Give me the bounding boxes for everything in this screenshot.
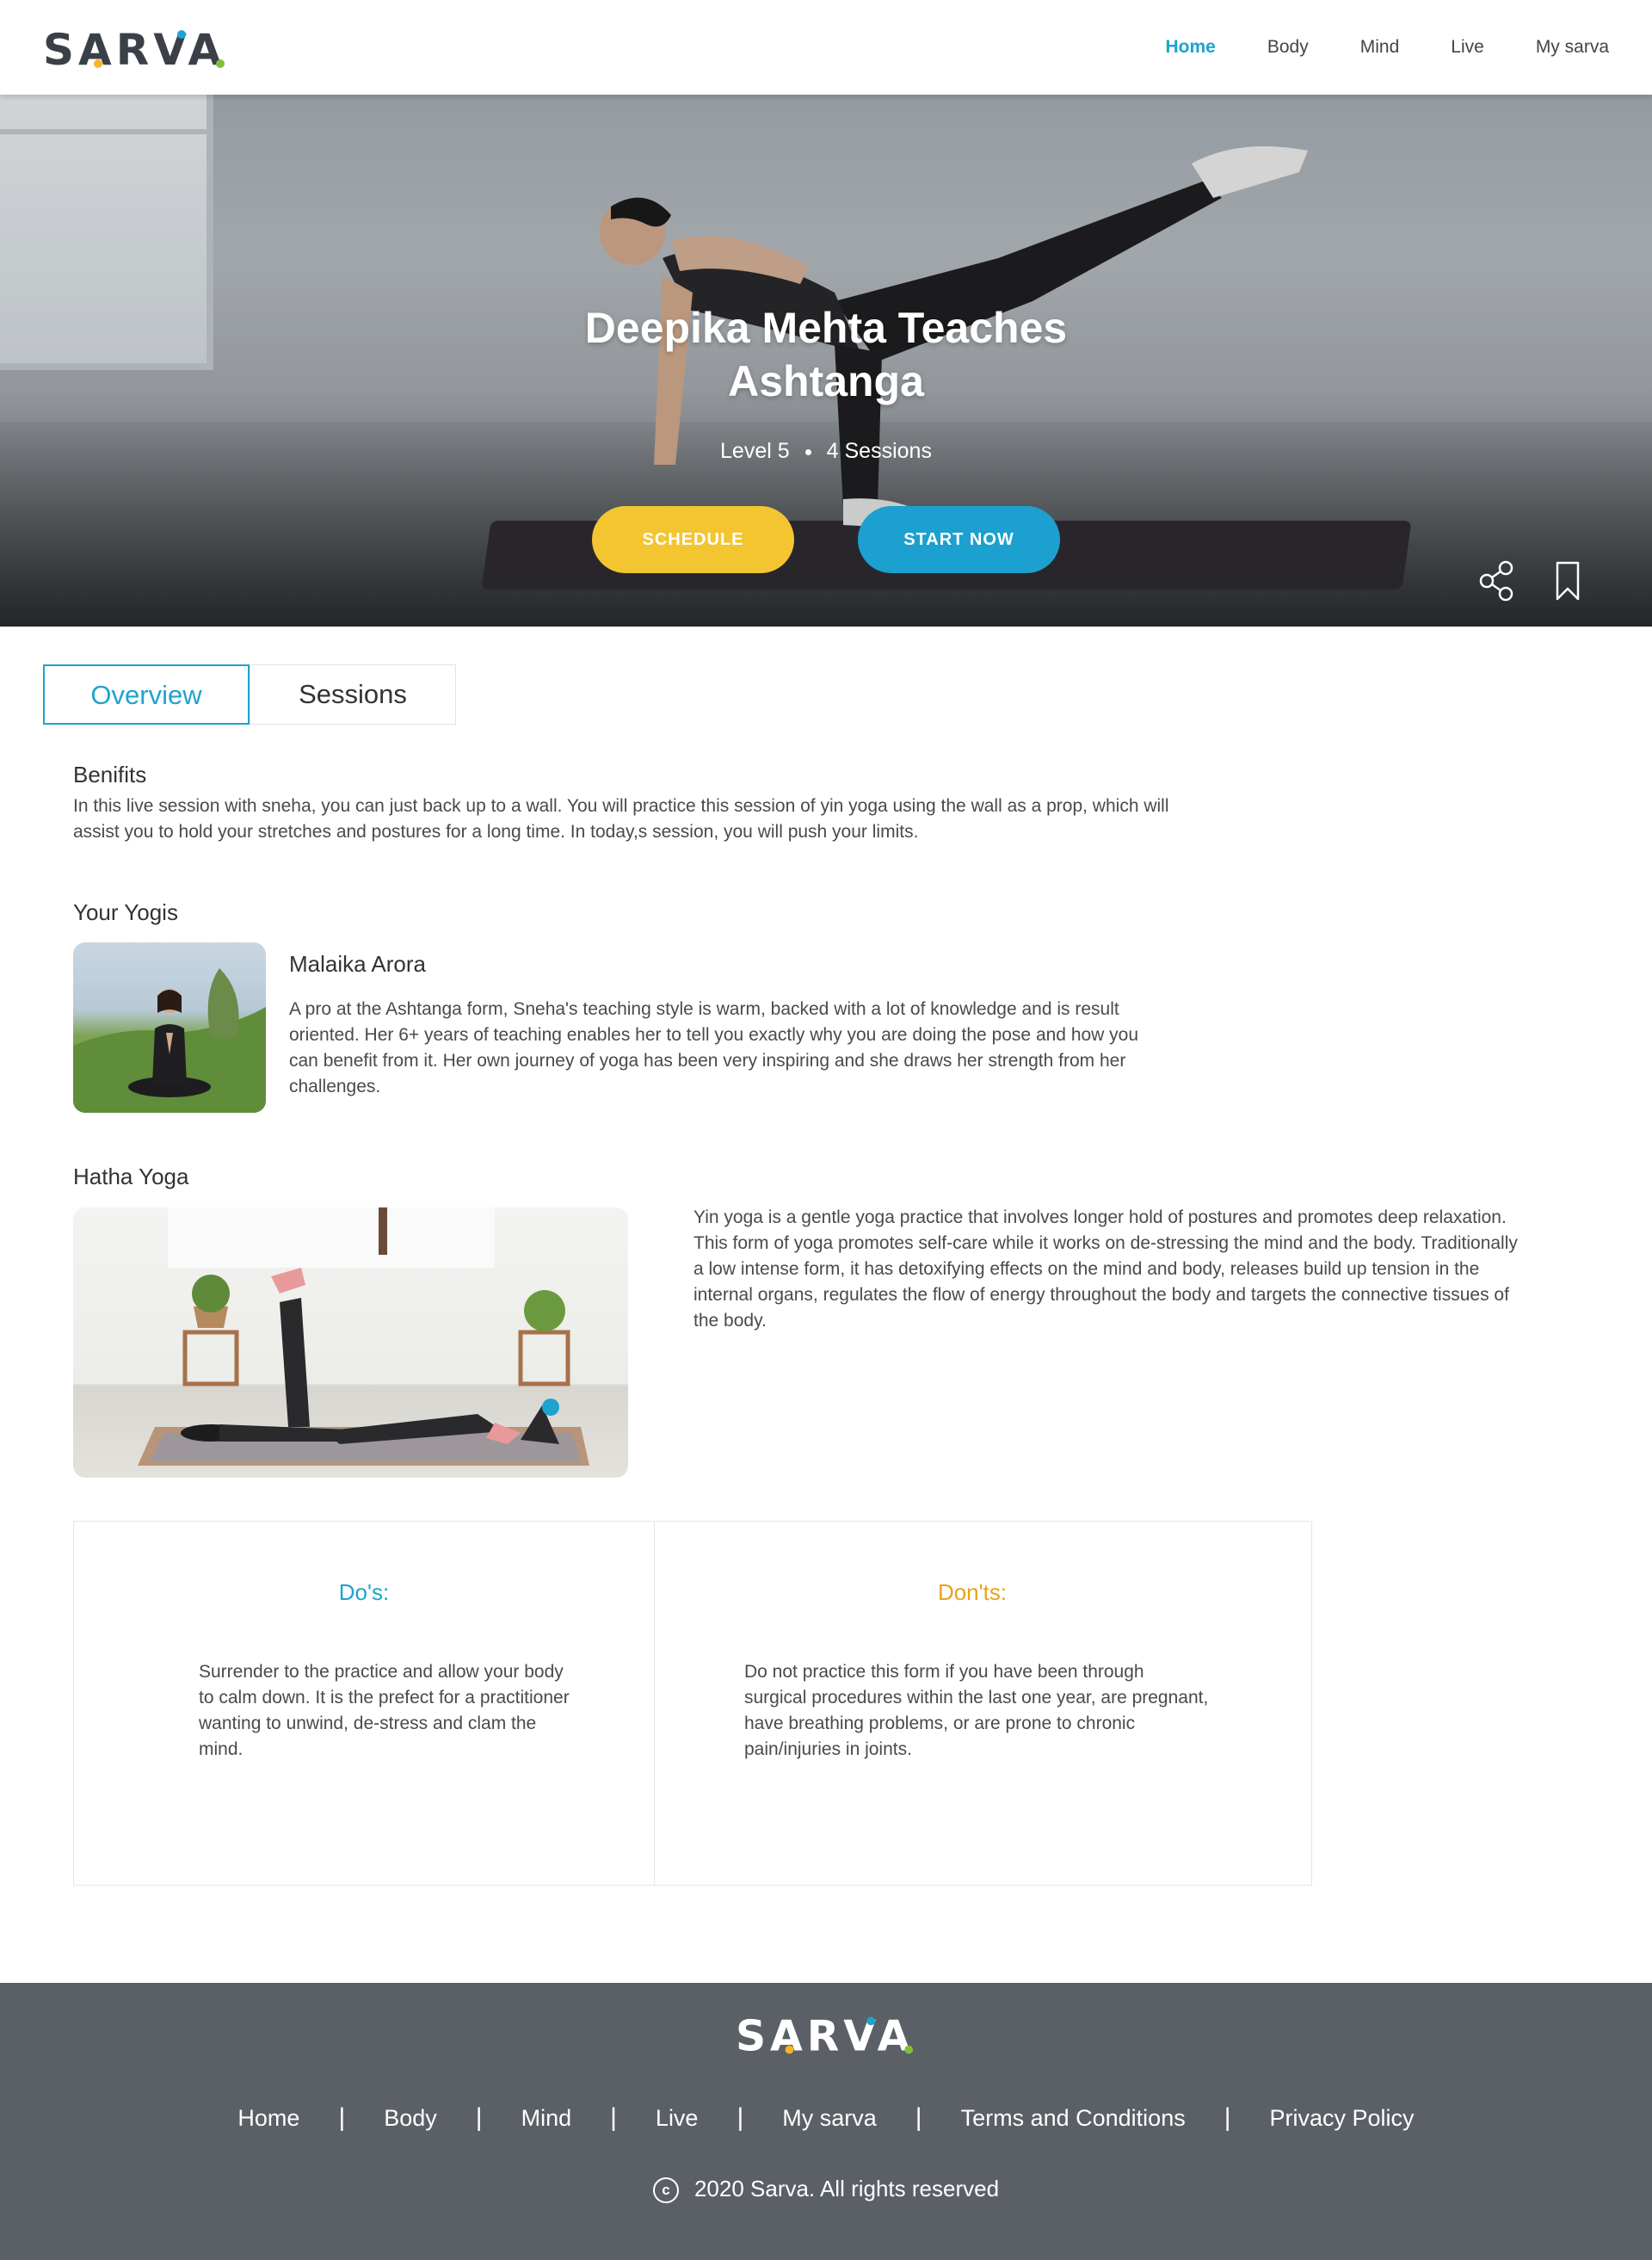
schedule-button[interactable]: SCHEDULE [592, 506, 794, 573]
tab-sessions[interactable]: Sessions [250, 664, 456, 725]
svg-text:SARVA: SARVA [736, 2012, 914, 2059]
footer-separator: | [1224, 2103, 1231, 2132]
yogi-name: Malaika Arora [289, 951, 426, 977]
footer-link-privacy[interactable]: Privacy Policy [1270, 2105, 1415, 2132]
yogi-photo [73, 942, 266, 1113]
nav-live[interactable]: Live [1451, 37, 1484, 58]
footer-copyright: c 2020 Sarva. All rights reserved [0, 2176, 1652, 2203]
footer-link-body[interactable]: Body [384, 2105, 437, 2132]
meta-separator [804, 448, 811, 455]
yogi-meditation-image [73, 968, 266, 1113]
tab-overview[interactable]: Overview [43, 664, 250, 725]
footer-links: Home | Body | Mind | Live | My sarva | T… [0, 2103, 1652, 2133]
sarva-logo-mark: SARVA [43, 25, 225, 72]
copyright-text: 2020 Sarva. All rights reserved [693, 2176, 1000, 2201]
bookmark-icon[interactable] [1549, 559, 1587, 602]
nav-my-sarva[interactable]: My sarva [1536, 37, 1609, 58]
nav-mind[interactable]: Mind [1360, 37, 1400, 58]
course-sessions-count: 4 Sessions [826, 439, 932, 463]
footer-separator: | [915, 2103, 922, 2132]
dos-heading: Do's: [338, 1579, 390, 1605]
footer-link-home[interactable]: Home [237, 2105, 299, 2132]
hatha-pose-image [138, 1207, 589, 1466]
hatha-heading: Hatha Yoga [73, 1164, 189, 1189]
footer-link-terms[interactable]: Terms and Conditions [961, 2105, 1186, 2132]
svg-text:SARVA: SARVA [43, 25, 225, 72]
site-footer: SARVA Home | Body | Mind | Live | My sar… [0, 1983, 1652, 2260]
donts-heading: Don'ts: [937, 1579, 1008, 1605]
footer-link-my-sarva[interactable]: My sarva [782, 2105, 877, 2132]
hero-banner: Deepika Mehta Teaches Ashtanga Level 5 4 … [0, 95, 1652, 627]
main-nav: Home Body Mind Live My sarva [1114, 0, 1609, 95]
course-meta: Level 5 4 Sessions [568, 439, 1084, 464]
yogis-heading: Your Yogis [73, 899, 178, 925]
content-tabs: Overview Sessions [43, 664, 456, 725]
yogi-bio: A pro at the Ashtanga form, Sneha's teac… [289, 999, 1139, 1096]
hatha-photo [73, 1207, 628, 1478]
footer-separator: | [610, 2103, 617, 2132]
benefits-heading: Benifits [73, 762, 147, 787]
footer-separator: | [475, 2103, 483, 2132]
footer-link-live[interactable]: Live [656, 2105, 699, 2132]
site-header: SARVA Home Body Mind Live My sarva [0, 0, 1652, 95]
nav-body[interactable]: Body [1267, 37, 1309, 58]
dos-donts-panel: Do's: Surrender to the practice and allo… [73, 1521, 1312, 1886]
footer-link-mind[interactable]: Mind [521, 2105, 572, 2132]
footer-sarva-logo[interactable]: SARVA [736, 2010, 916, 2059]
hatha-text: Yin yoga is a gentle yoga practice that … [693, 1207, 1518, 1331]
dos-text: Surrender to the practice and allow your… [199, 1662, 570, 1759]
copyright-icon: c [652, 2177, 679, 2203]
share-icon[interactable] [1478, 559, 1516, 602]
course-level: Level 5 [720, 439, 790, 463]
sarva-logo[interactable]: SARVA [43, 24, 228, 72]
benefits-text: In this live session with sneha, you can… [73, 796, 1169, 842]
footer-separator: | [338, 2103, 346, 2132]
nav-home[interactable]: Home [1166, 37, 1216, 58]
start-now-button[interactable]: START NOW [858, 506, 1060, 573]
course-title: Deepika Mehta Teaches Ashtanga [584, 304, 1068, 405]
footer-separator: | [737, 2103, 744, 2132]
donts-text: Do not practice this form if you have be… [744, 1662, 1209, 1759]
dos-donts-divider [654, 1522, 655, 1885]
